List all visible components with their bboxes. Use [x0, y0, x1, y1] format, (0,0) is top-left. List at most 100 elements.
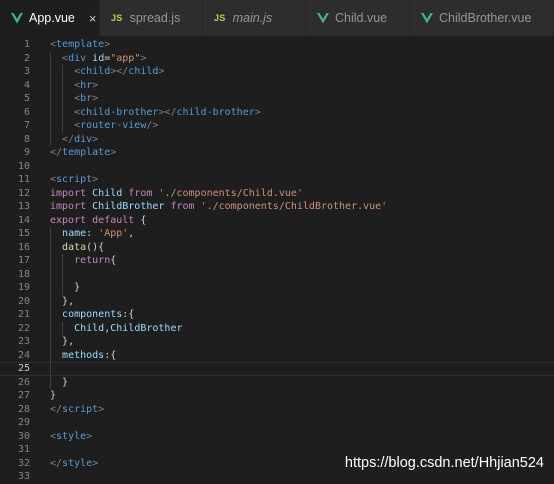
line-number: 9 [23, 147, 30, 158]
code-line[interactable]: 10 [0, 160, 554, 174]
code-text: Child,ChildBrother [74, 322, 183, 334]
js-icon: JS [214, 13, 226, 23]
code-text: }, [62, 336, 75, 347]
line-number: 21 [17, 309, 30, 320]
code-line[interactable]: 8 </div> [0, 132, 554, 146]
tab-child-vue[interactable]: Child.vue [306, 0, 410, 36]
code-text: <template> [50, 39, 111, 50]
code-line[interactable]: 22 Child,ChildBrother [0, 321, 554, 335]
code-text: methods:{ [62, 349, 117, 361]
code-line[interactable]: 23 }, [0, 335, 554, 349]
code-text: <router-view/> [74, 120, 159, 131]
line-number: 1 [23, 39, 30, 50]
code-line[interactable]: 7 <router-view/> [0, 119, 554, 133]
indent-guide [50, 267, 51, 281]
code-text: <style> [50, 430, 93, 442]
vue-icon [11, 12, 23, 23]
code-text: </div> [62, 133, 99, 145]
line-number: 33 [17, 471, 30, 482]
code-line[interactable]: 3 <child></child> [0, 65, 554, 79]
code-line[interactable]: 28 </script> [0, 403, 554, 417]
line-number: 4 [23, 79, 30, 91]
code-text: return{ [74, 255, 117, 266]
code-line[interactable]: 16 data(){ [0, 240, 554, 254]
line-number: 3 [23, 66, 30, 77]
code-text: }, [62, 295, 75, 307]
code-text: <script> [50, 174, 99, 185]
code-line[interactable]: 20 }, [0, 294, 554, 308]
code-line[interactable]: 29 [0, 416, 554, 430]
code-text: components:{ [62, 309, 135, 320]
tab-label: App.vue [29, 11, 75, 25]
line-number: 32 [17, 457, 30, 469]
line-number: 22 [17, 322, 30, 334]
code-text: <hr> [74, 79, 99, 91]
code-text: data(){ [62, 241, 105, 253]
line-number: 30 [17, 430, 30, 442]
code-text: export default { [50, 214, 147, 226]
code-line[interactable]: 18 [0, 267, 554, 281]
line-number: 25 [17, 363, 30, 374]
tab-childbrother-vue[interactable]: ChildBrother.vue [410, 0, 554, 36]
code-line[interactable]: 19 } [0, 281, 554, 295]
line-number: 28 [17, 403, 30, 415]
line-number: 13 [17, 201, 30, 212]
line-number: 14 [17, 214, 30, 226]
code-line[interactable]: 2 <div id="app"> [0, 51, 554, 65]
js-icon: JS [111, 13, 123, 23]
line-number: 12 [17, 187, 30, 199]
indent-guide [62, 267, 64, 281]
vue-icon [317, 12, 329, 23]
code-line[interactable]: 6 <child-brother></child-brother> [0, 105, 554, 119]
code-text: } [74, 282, 81, 293]
code-line[interactable]: 11 <script> [0, 173, 554, 187]
tab-label: ChildBrother.vue [439, 11, 532, 25]
code-line[interactable]: 14 export default { [0, 214, 554, 228]
tab-app-vue[interactable]: App.vue × [0, 0, 100, 36]
code-line[interactable]: 13 import ChildBrother from './components… [0, 200, 554, 214]
line-number: 24 [17, 349, 30, 361]
line-number: 19 [17, 282, 30, 293]
tab-spread-js[interactable]: JS spread.js [100, 0, 203, 36]
code-line[interactable]: 24 methods:{ [0, 348, 554, 362]
code-text: name: 'App', [62, 228, 135, 239]
code-text: </template> [50, 147, 117, 158]
line-number: 5 [23, 93, 30, 104]
code-text: <child-brother></child-brother> [74, 106, 261, 118]
code-text: <child></child> [74, 66, 165, 77]
tab-label: Child.vue [335, 11, 388, 25]
code-line[interactable]: 21 components:{ [0, 308, 554, 322]
code-line[interactable]: 27} [0, 389, 554, 403]
code-text: } [62, 376, 69, 388]
code-text: <div id="app"> [62, 52, 147, 64]
line-number: 27 [17, 390, 30, 401]
code-line[interactable]: 12 import Child from './components/Child.… [0, 187, 554, 201]
code-line[interactable]: 4 <hr> [0, 78, 554, 92]
code-text: import ChildBrother from './components/C… [50, 201, 388, 212]
code-line[interactable]: 30 <style> [0, 430, 554, 444]
code-line[interactable]: 5 <br> [0, 92, 554, 106]
code-line[interactable]: 9 </template> [0, 146, 554, 160]
code-line[interactable]: 26 } [0, 375, 554, 389]
tab-bar: App.vue × JS spread.js JS main.js Child.… [0, 0, 554, 36]
line-number: 31 [17, 444, 30, 455]
line-number: 17 [17, 255, 30, 266]
code-text: } [50, 390, 57, 401]
code-editor[interactable]: 1 <template> 2 <div id="app"> 3 <child></ch… [0, 36, 554, 482]
close-icon[interactable]: × [89, 11, 97, 26]
code-line[interactable]: 17 return{ [0, 254, 554, 268]
code-line[interactable]: 15 name: 'App', [0, 227, 554, 241]
code-line[interactable]: 33 [0, 470, 554, 484]
code-line[interactable]: 1 <template> [0, 38, 554, 52]
line-number: 23 [17, 336, 30, 347]
line-number: 2 [23, 52, 30, 64]
watermark: https://blog.csdn.net/Hhjian524 [344, 455, 544, 471]
line-number: 29 [17, 417, 30, 428]
line-number: 6 [23, 106, 30, 118]
tab-main-js[interactable]: JS main.js [203, 0, 306, 36]
line-number: 16 [17, 241, 30, 253]
vue-icon [421, 12, 433, 23]
indent-guide [50, 363, 51, 375]
line-number: 18 [17, 268, 30, 280]
code-line[interactable]: 25 [0, 362, 554, 376]
